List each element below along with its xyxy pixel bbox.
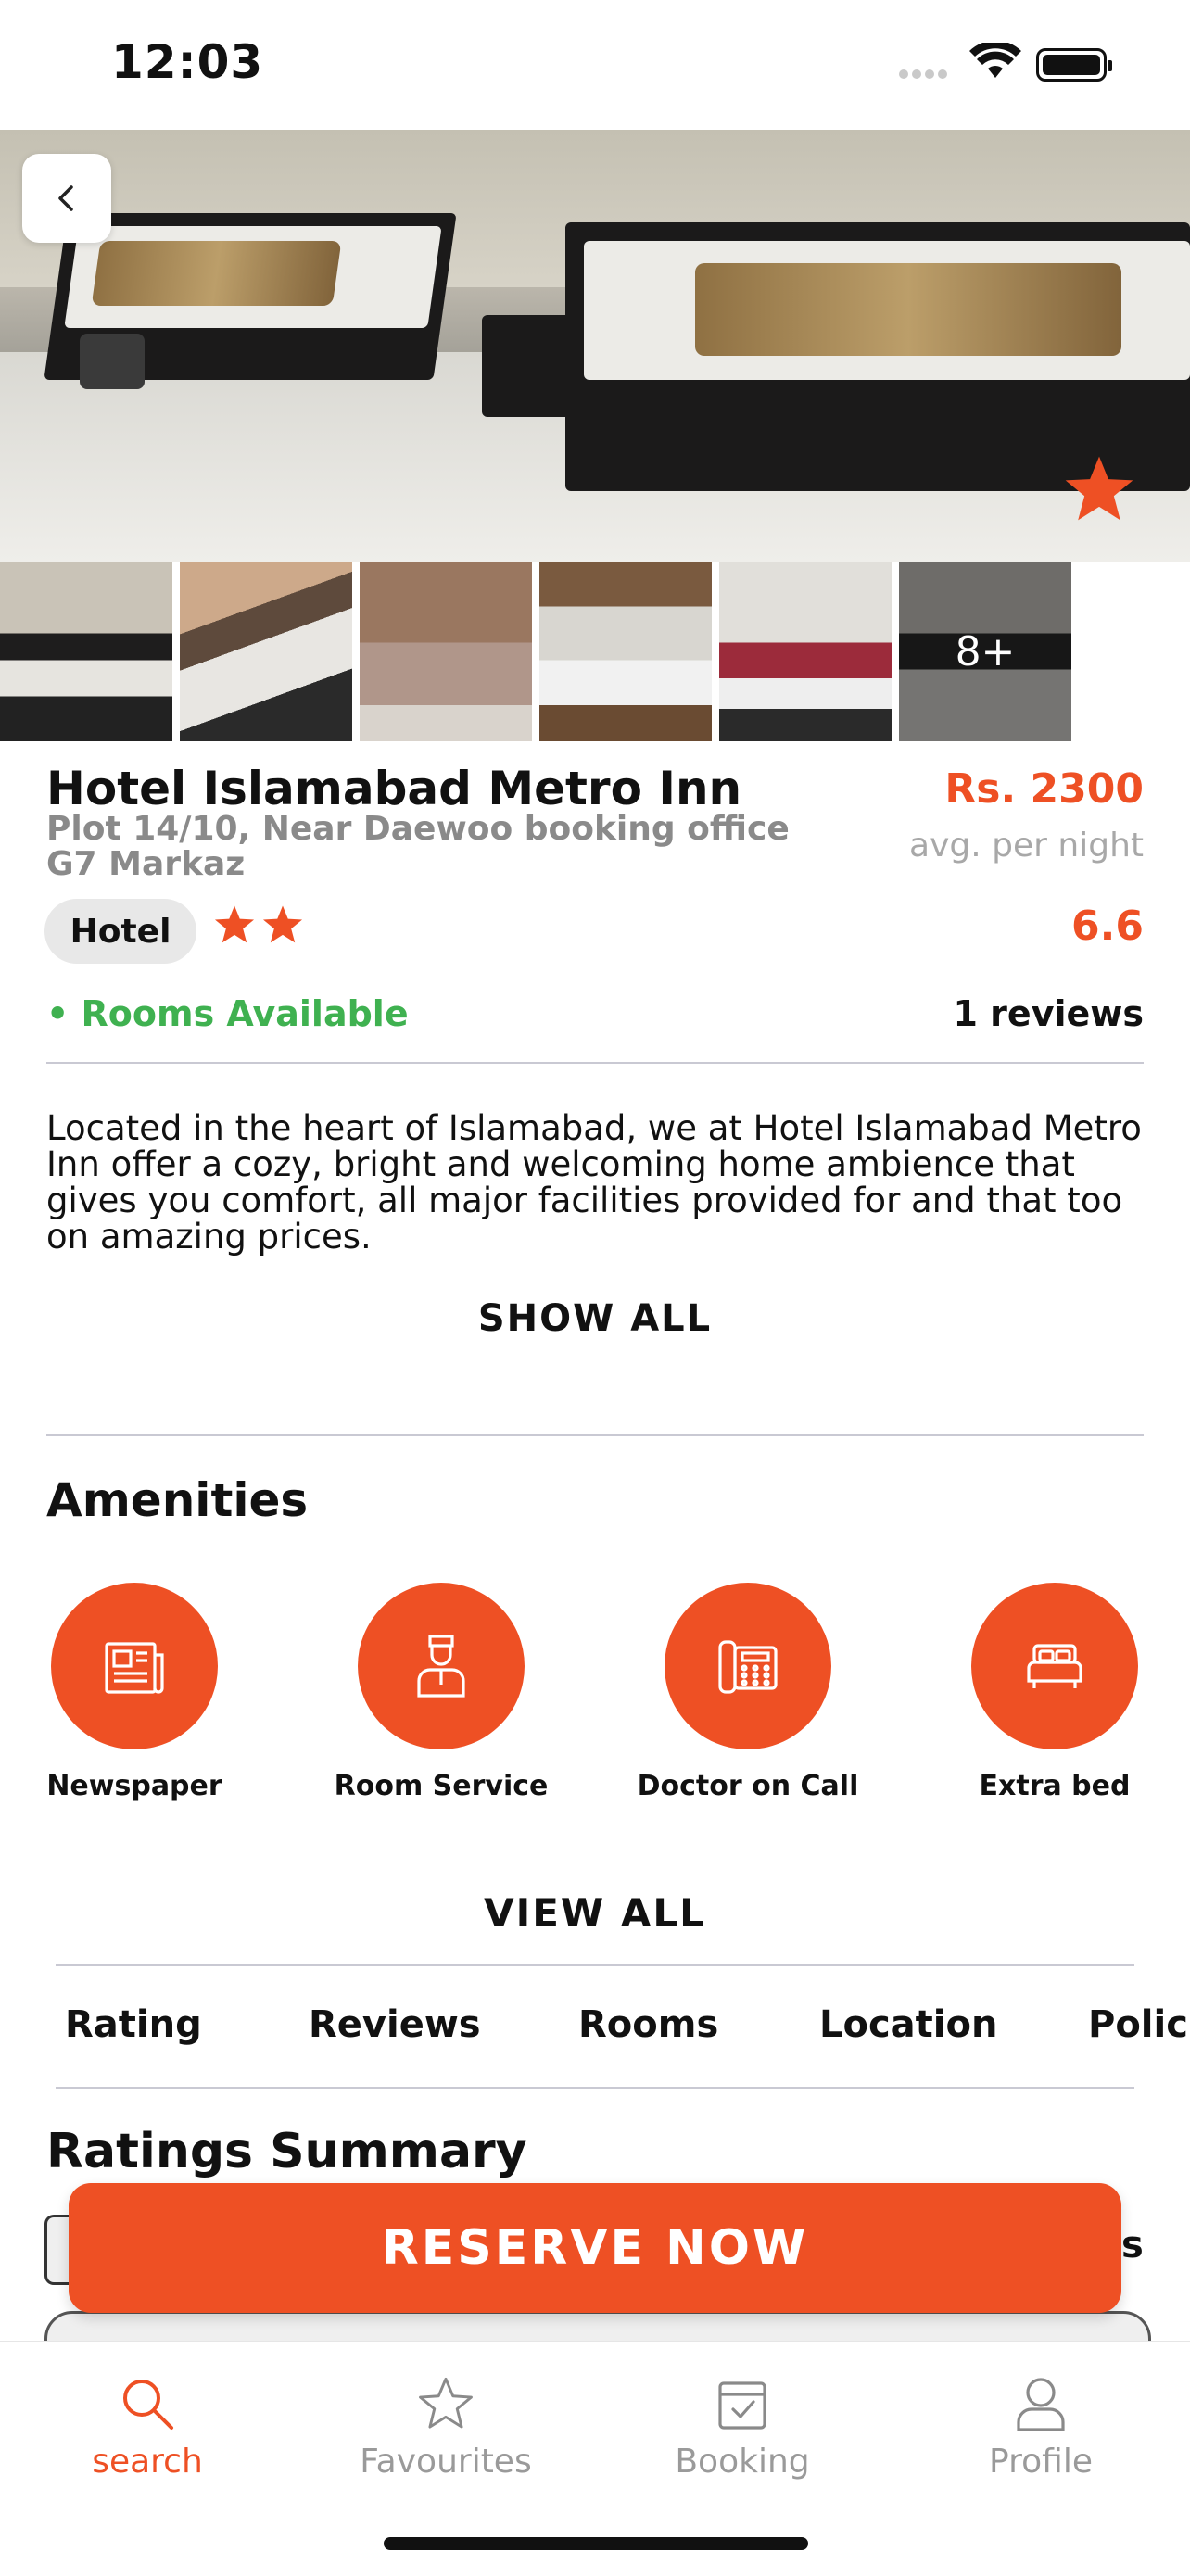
divider: [46, 1062, 1144, 1064]
nav-label: Profile: [989, 2443, 1093, 2481]
telephone-icon: [718, 1640, 778, 1694]
photo-thumbnail[interactable]: [719, 562, 892, 741]
amenity-newspaper[interactable]: Newspaper: [0, 1583, 273, 1802]
amenity-label: Newspaper: [46, 1770, 222, 1802]
hotel-type-badge: Hotel: [44, 899, 196, 964]
amenity-label: Doctor on Call: [637, 1770, 859, 1802]
calendar-check-icon: [718, 2381, 766, 2430]
reserve-now-button[interactable]: RESERVE NOW: [69, 2183, 1121, 2313]
star-icon: [1065, 456, 1133, 521]
home-indicator: [384, 2537, 808, 2550]
photo-thumbnail-more[interactable]: 8+: [899, 562, 1071, 741]
ratings-summary-title: Ratings Summary: [46, 2124, 527, 2179]
star-outline-icon: [419, 2377, 473, 2429]
photo-thumbnails: 8+: [0, 562, 1190, 741]
section-tabs: Rating Reviews Rooms Location Polici: [56, 2003, 1190, 2087]
status-bar: 12:03: [0, 0, 1190, 130]
nav-item-booking[interactable]: Booking: [631, 2374, 854, 2481]
divider: [46, 1434, 1144, 1436]
amenity-label: Room Service: [334, 1770, 549, 1802]
divider: [56, 1964, 1134, 1966]
search-icon: [123, 2380, 173, 2430]
photo-thumbnail[interactable]: [0, 562, 172, 741]
amenity-doctor-on-call[interactable]: Doctor on Call: [609, 1583, 887, 1802]
star-icon: [214, 905, 255, 943]
nav-item-favourites[interactable]: Favourites: [335, 2374, 557, 2481]
cellular-signal-icon: [899, 65, 951, 82]
photo-thumbnail[interactable]: [180, 562, 352, 741]
amenities-title: Amenities: [46, 1473, 309, 1527]
amenity-label: Extra bed: [979, 1770, 1131, 1802]
amenity-extra-bed[interactable]: Extra bed: [916, 1583, 1190, 1802]
star-icon: [262, 905, 303, 943]
divider: [56, 2087, 1134, 2089]
newspaper-icon: [105, 1642, 164, 1694]
price-note: avg. per night: [909, 827, 1144, 865]
hotel-name: Hotel Islamabad Metro Inn: [46, 762, 742, 815]
view-all-amenities-button[interactable]: VIEW ALL: [0, 1890, 1190, 1936]
hotel-score: 6.6: [1071, 903, 1144, 950]
chevron-left-icon: [58, 185, 73, 211]
hotel-address: Plot 14/10, Near Daewoo booking office G…: [46, 810, 790, 883]
status-time: 12:03: [111, 35, 264, 89]
tab-location[interactable]: Location: [819, 2003, 997, 2046]
hotel-main-photo[interactable]: [0, 130, 1190, 562]
hotel-star-rating: [213, 904, 304, 945]
tab-reviews[interactable]: Reviews: [309, 2003, 481, 2046]
user-icon: [1017, 2378, 1065, 2431]
favorite-star-button[interactable]: [1062, 454, 1136, 528]
battery-icon: [1036, 48, 1112, 82]
tab-rating[interactable]: Rating: [65, 2003, 202, 2046]
show-all-button[interactable]: SHOW ALL: [0, 1297, 1190, 1340]
tab-policies[interactable]: Polici: [1088, 2003, 1190, 2046]
nav-label: Booking: [675, 2443, 810, 2481]
bed-icon: [1027, 1644, 1082, 1688]
nav-item-profile[interactable]: Profile: [930, 2374, 1152, 2481]
back-button[interactable]: [22, 154, 111, 243]
tab-rooms[interactable]: Rooms: [578, 2003, 718, 2046]
photo-thumbnail[interactable]: [539, 562, 712, 741]
more-photos-count: 8+: [899, 562, 1071, 741]
photo-thumbnail[interactable]: [360, 562, 532, 741]
nav-label: Favourites: [360, 2443, 532, 2481]
partial-label: s: [1121, 2224, 1144, 2267]
nav-item-search[interactable]: search: [36, 2374, 259, 2481]
amenity-room-service[interactable]: Room Service: [302, 1583, 580, 1802]
room-service-icon: [417, 1635, 465, 1698]
wifi-icon: [969, 40, 1021, 83]
hotel-price: Rs. 2300: [944, 765, 1144, 813]
hotel-description: Located in the heart of Islamabad, we at…: [46, 1108, 1142, 1256]
reviews-count[interactable]: 1 reviews: [954, 993, 1144, 1034]
nav-label: search: [92, 2443, 203, 2481]
availability-status: • Rooms Available: [46, 993, 409, 1034]
